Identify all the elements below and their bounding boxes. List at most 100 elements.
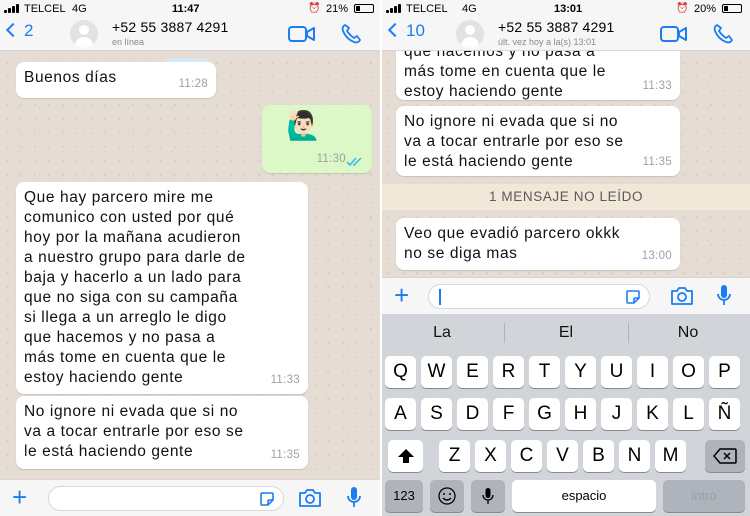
key-n-tilde[interactable]: Ñ xyxy=(709,398,740,430)
left-chat-screen: TELCEL 4G 11:47 ⏰ 21% 2 +52 55 3887 4291… xyxy=(0,0,380,516)
key-q[interactable]: Q xyxy=(385,356,416,388)
message-bubble-incoming[interactable]: Que hay parcero mire me comunico con ust… xyxy=(16,182,308,394)
message-time: 11:30 xyxy=(316,153,346,165)
key-e[interactable]: E xyxy=(457,356,488,388)
message-bubble-incoming[interactable]: No ignore ni evada que si no va a tocar … xyxy=(396,106,680,176)
return-key[interactable]: intro xyxy=(663,480,745,512)
message-input[interactable] xyxy=(48,486,284,511)
contact-name[interactable]: +52 55 3887 4291 xyxy=(498,19,614,35)
message-time: 11:28 xyxy=(178,78,208,90)
sticker-icon[interactable] xyxy=(625,289,641,305)
message-line: va a tocar entrarle por eso se xyxy=(24,423,244,440)
dictation-key[interactable] xyxy=(471,480,505,512)
sticker-icon[interactable] xyxy=(259,491,275,507)
key-c[interactable]: C xyxy=(511,440,542,472)
contact-status: últ. vez hoy a la(s) 13:01 xyxy=(498,37,597,47)
key-k[interactable]: K xyxy=(637,398,668,430)
right-chat-screen: que hacemos y no pasa a más tome en cuen… xyxy=(382,0,750,516)
message-line: No ignore ni evada que si no xyxy=(24,403,239,420)
key-j[interactable]: J xyxy=(601,398,632,430)
chat-header: 2 +52 55 3887 4291 en línea xyxy=(0,17,380,51)
key-t[interactable]: T xyxy=(529,356,560,388)
key-w[interactable]: W xyxy=(421,356,452,388)
message-time: 11:33 xyxy=(642,80,672,92)
message-bubble-incoming[interactable]: Buenos días 11:28 xyxy=(16,62,216,98)
carrier-label: TELCEL xyxy=(24,3,66,15)
key-r[interactable]: R xyxy=(493,356,524,388)
key-i[interactable]: I xyxy=(637,356,668,388)
key-n[interactable]: N xyxy=(619,440,650,472)
back-count: 2 xyxy=(24,21,34,40)
backspace-key[interactable] xyxy=(705,440,745,472)
signal-icon xyxy=(386,4,402,13)
key-a[interactable]: A xyxy=(385,398,416,430)
space-key[interactable]: espacio xyxy=(512,480,656,512)
message-line: que no siga con su campaña xyxy=(24,289,238,306)
message-line: estoy haciendo gente xyxy=(404,83,564,100)
message-time: 11:35 xyxy=(270,449,300,461)
suggestion-item[interactable]: El xyxy=(506,324,626,342)
key-g[interactable]: G xyxy=(529,398,560,430)
message-input-bar: + xyxy=(382,277,750,314)
key-s[interactable]: S xyxy=(421,398,452,430)
battery-percent: 20% xyxy=(694,3,717,15)
video-call-icon[interactable] xyxy=(660,25,688,43)
key-v[interactable]: V xyxy=(547,440,578,472)
shift-key[interactable] xyxy=(388,440,423,472)
screenshot-pair: TELCEL 4G 11:47 ⏰ 21% 2 +52 55 3887 4291… xyxy=(0,0,750,516)
suggestion-item[interactable]: La xyxy=(382,324,502,342)
message-line: le está haciendo gente xyxy=(24,443,194,460)
on-screen-keyboard: La El No Q W E R T Y U I O P A S D F G H… xyxy=(382,314,750,516)
shift-arrow-icon xyxy=(397,449,414,463)
emoji-key[interactable] xyxy=(430,480,464,512)
status-bar: TELCEL 4G 13:01 ⏰ 20% xyxy=(382,0,750,17)
phone-call-icon[interactable] xyxy=(712,23,734,45)
camera-icon[interactable] xyxy=(670,286,694,306)
message-line: hoy por la mañana acudieron xyxy=(24,229,241,246)
back-button[interactable]: 10 xyxy=(387,21,425,41)
message-input[interactable] xyxy=(428,284,650,309)
video-call-icon[interactable] xyxy=(288,25,316,43)
attach-plus-button[interactable]: + xyxy=(12,483,27,511)
key-d[interactable]: D xyxy=(457,398,488,430)
key-p[interactable]: P xyxy=(709,356,740,388)
key-f[interactable]: F xyxy=(493,398,524,430)
key-b[interactable]: B xyxy=(583,440,614,472)
attach-plus-button[interactable]: + xyxy=(394,281,409,309)
message-bubble-incoming[interactable]: Veo que evadió parcero okkk no se diga m… xyxy=(396,218,680,270)
numbers-key[interactable]: 123 xyxy=(385,480,423,512)
key-m[interactable]: M xyxy=(655,440,686,472)
unread-messages-banner: 1 MENSAJE NO LEÍDO xyxy=(382,184,750,210)
key-l[interactable]: L xyxy=(673,398,704,430)
microphone-icon xyxy=(482,488,494,504)
microphone-icon[interactable] xyxy=(346,486,362,510)
key-x[interactable]: X xyxy=(475,440,506,472)
message-line: No ignore ni evada que si no xyxy=(404,113,619,130)
message-line: baja y hacerlo a un lado para xyxy=(24,269,242,286)
key-y[interactable]: Y xyxy=(565,356,596,388)
avatar[interactable] xyxy=(70,20,98,48)
suggestion-item[interactable]: No xyxy=(628,324,748,342)
key-h[interactable]: H xyxy=(565,398,596,430)
message-bubble-outgoing[interactable]: 🙋🏻‍♂️ 11:30 xyxy=(262,105,372,173)
key-u[interactable]: U xyxy=(601,356,632,388)
avatar[interactable] xyxy=(456,20,484,48)
contact-name[interactable]: +52 55 3887 4291 xyxy=(112,19,228,35)
key-o[interactable]: O xyxy=(673,356,704,388)
message-line: comunico con usted por qué xyxy=(24,209,235,226)
predictive-suggestions: La El No xyxy=(382,314,750,352)
text-cursor xyxy=(439,289,441,305)
camera-icon[interactable] xyxy=(298,488,322,508)
back-button[interactable]: 2 xyxy=(5,21,34,41)
message-line: le está haciendo gente xyxy=(404,153,574,170)
phone-call-icon[interactable] xyxy=(340,23,362,45)
key-z[interactable]: Z xyxy=(439,440,470,472)
message-line: que hacemos y no pasa a xyxy=(24,329,216,346)
message-line: va a tocar entrarle por eso se xyxy=(404,133,624,150)
message-line: Que hay parcero mire me xyxy=(24,189,214,206)
signal-icon xyxy=(4,4,20,13)
suggestion-divider xyxy=(504,323,505,343)
microphone-icon[interactable] xyxy=(716,284,732,308)
message-bubble-incoming[interactable]: No ignore ni evada que si no va a tocar … xyxy=(16,396,308,469)
read-ticks-icon xyxy=(346,157,362,167)
